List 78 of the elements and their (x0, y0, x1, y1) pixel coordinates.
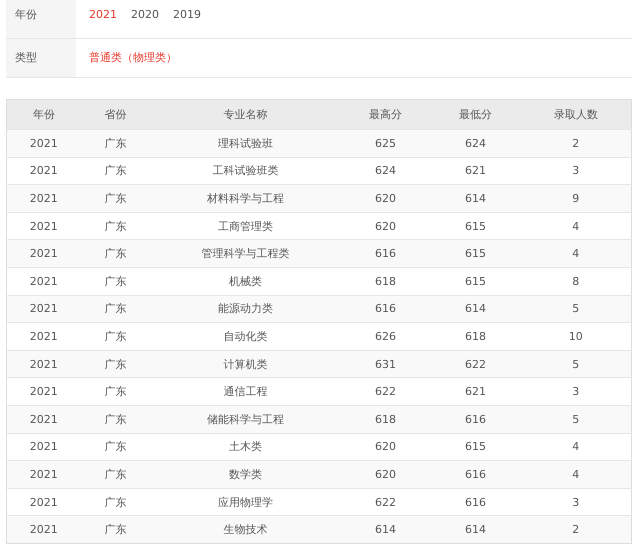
table-cell: 2021 (6, 240, 80, 268)
filter-option[interactable]: 2020 (131, 8, 159, 38)
table-cell: 2021 (6, 460, 80, 488)
table-cell: 616 (340, 240, 430, 268)
table-cell: 614 (340, 516, 430, 544)
table-cell: 2021 (6, 350, 80, 378)
table-cell: 2 (520, 130, 632, 158)
table-cell: 生物技术 (150, 516, 340, 544)
table-cell: 2021 (6, 516, 80, 544)
table-cell: 广东 (80, 184, 150, 212)
table-cell: 数学类 (150, 460, 340, 488)
table-cell: 616 (430, 460, 520, 488)
table-cell: 9 (520, 184, 632, 212)
table-cell: 管理科学与工程类 (150, 240, 340, 268)
table-cell: 能源动力类 (150, 295, 340, 323)
filter-option[interactable]: 普通类（物理类） (89, 50, 177, 77)
table-cell: 3 (520, 378, 632, 406)
table-cell: 10 (520, 322, 632, 350)
table-cell: 4 (520, 460, 632, 488)
table-cell: 618 (430, 322, 520, 350)
table-cell: 614 (430, 516, 520, 544)
table-cell: 机械类 (150, 267, 340, 296)
table-cell: 广东 (80, 460, 150, 488)
table-cell: 631 (340, 350, 430, 378)
table-cell: 616 (430, 405, 520, 434)
table-cell: 625 (340, 130, 430, 158)
table-cell: 621 (430, 378, 520, 406)
column-header: 年份 (6, 100, 80, 130)
table-cell: 自动化类 (150, 322, 340, 350)
table-cell: 614 (430, 295, 520, 323)
table-cell: 广东 (80, 240, 150, 268)
table-cell: 5 (520, 405, 632, 434)
table-cell: 材料科学与工程 (150, 184, 340, 212)
column-header: 最高分 (340, 100, 430, 130)
table-cell: 618 (340, 405, 430, 434)
table-cell: 615 (430, 267, 520, 296)
table-cell: 计算机类 (150, 350, 340, 378)
table-cell: 2021 (6, 295, 80, 323)
column-header: 专业名称 (150, 100, 340, 130)
column-header: 最低分 (430, 100, 520, 130)
filter-option[interactable]: 2019 (173, 8, 201, 38)
table-cell: 615 (430, 240, 520, 268)
column-header: 省份 (80, 100, 150, 130)
table-cell: 储能科学与工程 (150, 405, 340, 434)
table-cell: 4 (520, 240, 632, 268)
column-header: 录取人数 (520, 100, 632, 130)
table-cell: 2021 (6, 184, 80, 212)
table-cell: 通信工程 (150, 378, 340, 406)
table-cell: 622 (430, 350, 520, 378)
filter-option[interactable]: 2021 (89, 8, 117, 38)
table-cell: 618 (340, 267, 430, 296)
table-cell: 620 (340, 460, 430, 488)
table-cell: 2 (520, 516, 632, 544)
table-cell: 622 (340, 378, 430, 406)
table-cell: 广东 (80, 405, 150, 434)
table-cell: 广东 (80, 378, 150, 406)
table-cell: 2021 (6, 267, 80, 296)
filter-label: 类型 (6, 39, 76, 77)
table-cell: 广东 (80, 322, 150, 350)
table-cell: 广东 (80, 130, 150, 158)
table-cell: 620 (340, 184, 430, 212)
table-cell: 2021 (6, 378, 80, 406)
filter-label: 年份 (6, 0, 76, 38)
table-cell: 广东 (80, 267, 150, 296)
table-cell: 624 (430, 130, 520, 158)
table-cell: 广东 (80, 516, 150, 544)
table-cell: 广东 (80, 295, 150, 323)
table-cell: 8 (520, 267, 632, 296)
table-cell: 2021 (6, 405, 80, 434)
table-cell: 626 (340, 322, 430, 350)
table-cell: 614 (430, 184, 520, 212)
table-cell: 理科试验班 (150, 130, 340, 158)
table-cell: 2021 (6, 130, 80, 158)
table-cell: 2021 (6, 322, 80, 350)
table-cell: 5 (520, 350, 632, 378)
table-cell: 616 (340, 295, 430, 323)
table-cell: 5 (520, 295, 632, 323)
table-cell: 广东 (80, 350, 150, 378)
